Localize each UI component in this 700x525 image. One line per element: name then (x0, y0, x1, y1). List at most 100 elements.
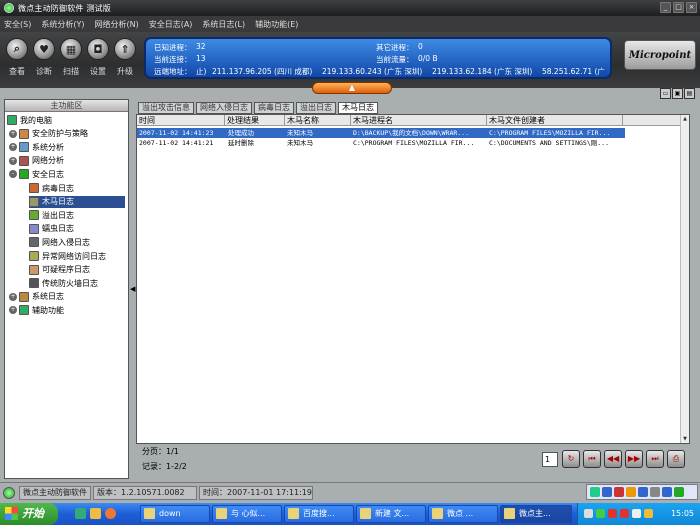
taskbar-button-label: 新建 文... (375, 509, 410, 518)
tree-item[interactable]: + 系统分析 (9, 141, 125, 153)
tree-node-icon (29, 210, 39, 221)
cell-trojan-process: C:\PROGRAM FILES\MOZILLA FIR... (353, 139, 475, 147)
tray-icon-5[interactable] (632, 509, 641, 518)
view-mode-1-icon[interactable]: ▭ (660, 88, 671, 99)
upgrade-button-label: 升级 (117, 67, 133, 76)
export-button[interactable]: ⎙ (667, 450, 685, 468)
tab-trojan-log[interactable]: 木马日志 (338, 102, 378, 114)
scan-button[interactable]: ▦ 扫描 (59, 38, 83, 77)
column-header-file-creator[interactable]: 木马文件创建者 (487, 115, 623, 126)
column-header-result[interactable]: 处理结果 (225, 115, 285, 126)
tray-icon-4[interactable] (620, 509, 629, 518)
tree-node-icon (29, 183, 39, 193)
tray-icon-3[interactable] (608, 509, 617, 518)
next-page-button[interactable]: ▶▶ (625, 450, 643, 468)
minimize-button[interactable]: _ (660, 2, 671, 13)
menu-security[interactable]: 安全(S) (4, 19, 31, 30)
column-header-trojan-process[interactable]: 木马进程名 (351, 115, 487, 126)
taskbar-button-window-2[interactable]: 与 心似... (212, 505, 282, 523)
tree-item[interactable]: 木马日志 (29, 195, 125, 208)
upgrade-button[interactable]: ⇑ 升级 (113, 38, 137, 77)
tray-app-2-icon[interactable] (602, 487, 612, 497)
tray-icon-1[interactable] (584, 509, 593, 518)
start-button[interactable]: 开始 (0, 503, 58, 525)
maximize-button[interactable]: □ (673, 2, 684, 13)
table-row[interactable]: 2007-11-02 14:41:21 延时删除 未知木马 C:\PROGRAM… (137, 138, 625, 148)
collapse-left-icon[interactable]: ◀ (130, 285, 135, 293)
scroll-up-icon[interactable]: ▲ (681, 115, 689, 123)
quicklaunch-browser-icon[interactable] (105, 508, 116, 519)
tree-item[interactable]: 我的电脑 (7, 114, 125, 126)
table-row[interactable]: 2007-11-02 14:41:23 处理成功 未知木马 D:\BACKUP\… (137, 128, 625, 138)
vertical-scrollbar[interactable]: ▲ ▼ (680, 115, 689, 443)
expand-icon[interactable]: + (9, 306, 17, 315)
quicklaunch-desktop-icon[interactable] (75, 508, 86, 519)
tree-item[interactable]: + 安全防护与策略 (9, 128, 125, 140)
tree-item[interactable]: 传统防火墙日志 (29, 277, 125, 289)
tab-network-intrusion-log[interactable]: 网络入侵日志 (196, 102, 252, 114)
tray-app-3-icon[interactable] (614, 487, 624, 497)
record-info: 记录：1-2/2 (142, 462, 187, 471)
expand-icon[interactable]: + (9, 143, 17, 152)
taskbar-button-new-doc[interactable]: 新建 文... (356, 505, 426, 523)
close-button[interactable]: × (686, 2, 697, 13)
tree-item[interactable]: + 辅助功能 (9, 304, 125, 316)
expand-icon[interactable]: + (9, 156, 17, 165)
scroll-down-icon[interactable]: ▼ (681, 435, 689, 443)
tree-item[interactable]: + 系统日志 (9, 291, 125, 303)
tree-item-label: 网络分析 (32, 156, 64, 166)
tab-virus-log[interactable]: 病毒日志 (254, 102, 294, 114)
taskbar-button-baidu[interactable]: 百度搜... (284, 505, 354, 523)
tray-app-1-icon[interactable] (590, 487, 600, 497)
quicklaunch-folder-icon[interactable] (90, 508, 101, 519)
view-mode-2-icon[interactable]: ▣ (672, 88, 683, 99)
page-number-input[interactable]: 1 (542, 452, 558, 467)
tree-item[interactable]: 异常网络访问日志 (29, 250, 125, 262)
cell-file-creator: C:\PROGRAM FILES\MOZILLA FIR... (489, 129, 611, 137)
menu-aux-functions[interactable]: 辅助功能(E) (255, 19, 298, 30)
tray-app-8-icon[interactable] (674, 487, 684, 497)
menu-network-analysis[interactable]: 网络分析(N) (94, 19, 138, 30)
tab-overflow-attack-info[interactable]: 溢出攻击信息 (138, 102, 194, 114)
tree-item[interactable]: 网络入侵日志 (29, 236, 125, 248)
tree-item[interactable]: + 网络分析 (9, 155, 125, 167)
tree-item[interactable]: 溢出日志 (29, 209, 125, 221)
refresh-button[interactable]: ↻ (562, 450, 580, 468)
settings-button[interactable]: ◘ 设置 (86, 38, 110, 77)
tab-overflow-log[interactable]: 溢出日志 (296, 102, 336, 114)
column-header-time[interactable]: 时间 (137, 115, 225, 126)
taskbar-button-label: down (159, 509, 181, 518)
view-mode-3-icon[interactable]: ▤ (684, 88, 695, 99)
computer-icon (7, 115, 17, 125)
diagnose-button[interactable]: ♥ 诊断 (32, 38, 56, 77)
previous-page-button[interactable]: ◀◀ (604, 450, 622, 468)
column-header-trojan-name[interactable]: 木马名称 (285, 115, 351, 126)
tray-app-7-icon[interactable] (662, 487, 672, 497)
tray-app-6-icon[interactable] (650, 487, 660, 497)
collapse-icon[interactable]: - (9, 170, 17, 179)
cell-trojan-name: 未知木马 (287, 139, 313, 147)
taskbar-button-micropoint[interactable]: 微点 ... (428, 505, 498, 523)
collapse-toolbar-button[interactable]: ▲ (312, 82, 392, 94)
tray-icon-2[interactable] (596, 509, 605, 518)
taskbar-button-down[interactable]: down (140, 505, 210, 523)
first-page-button[interactable]: ⏮ (583, 450, 601, 468)
menu-security-log[interactable]: 安全日志(A) (149, 19, 193, 30)
tree-item[interactable]: 可疑程序日志 (29, 264, 125, 276)
menu-system-analysis[interactable]: 系统分析(Y) (41, 19, 84, 30)
tray-icon-6[interactable] (644, 509, 653, 518)
tree-item[interactable]: - 安全日志 (9, 168, 125, 180)
tree-node-icon (29, 223, 39, 234)
taskbar-button-micropoint-main[interactable]: 微点主... (500, 505, 572, 523)
tray-app-4-icon[interactable] (626, 487, 636, 497)
last-page-button[interactable]: ⏭ (646, 450, 664, 468)
expand-icon[interactable]: + (9, 292, 17, 301)
tray-app-5-icon[interactable] (638, 487, 648, 497)
expand-icon[interactable]: + (9, 129, 17, 138)
tree-item[interactable]: 蠕虫日志 (29, 223, 125, 235)
tree-item[interactable]: 病毒日志 (29, 182, 125, 194)
view-button[interactable]: ⌕ 查看 (5, 38, 29, 77)
remote-address-prefix: 止) (196, 67, 207, 76)
menu-system-log[interactable]: 系统日志(L) (202, 19, 245, 30)
panel-splitter[interactable]: ◀ (129, 99, 136, 479)
